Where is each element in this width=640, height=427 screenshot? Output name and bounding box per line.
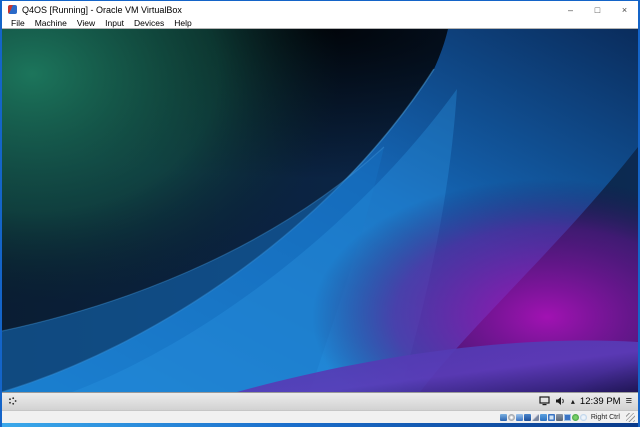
- hard-disks-icon[interactable]: [500, 414, 507, 421]
- taskbar-clock[interactable]: 12:39 PM: [580, 396, 621, 407]
- menu-bar: File Machine View Input Devices Help: [2, 18, 638, 29]
- menu-input[interactable]: Input: [100, 18, 129, 29]
- menu-machine[interactable]: Machine: [30, 18, 72, 29]
- window-controls: – □ ×: [557, 1, 638, 18]
- features-icon[interactable]: [564, 414, 571, 421]
- keyboard-icon[interactable]: [580, 414, 587, 421]
- display-status-icon[interactable]: [548, 414, 555, 421]
- resize-grip[interactable]: [626, 413, 635, 422]
- network-icon[interactable]: [524, 414, 531, 421]
- close-button[interactable]: ×: [611, 1, 638, 18]
- window-title: Q4OS [Running] - Oracle VM VirtualBox: [22, 5, 557, 15]
- mouse-integration-icon[interactable]: [572, 414, 579, 421]
- optical-drives-icon[interactable]: [508, 414, 515, 421]
- panel-menu-icon[interactable]: ≡: [626, 396, 632, 407]
- audio-icon[interactable]: [516, 414, 523, 421]
- virtualbox-window: Q4OS [Running] - Oracle VM VirtualBox – …: [0, 0, 640, 427]
- guest-taskbar: ▴ 12:39 PM ≡: [2, 392, 638, 410]
- display-tray-icon[interactable]: [539, 393, 550, 411]
- tray-expand-caret[interactable]: ▴: [571, 397, 575, 406]
- title-bar[interactable]: Q4OS [Running] - Oracle VM VirtualBox – …: [2, 1, 638, 18]
- panel-start-arrow-icon[interactable]: [8, 396, 19, 407]
- shared-folders-icon[interactable]: [540, 414, 547, 421]
- menu-devices[interactable]: Devices: [129, 18, 169, 29]
- wallpaper: [2, 29, 638, 392]
- host-key-label: Right Ctrl: [591, 414, 620, 421]
- window-border-bottom: [2, 423, 638, 427]
- usb-icon[interactable]: [532, 414, 539, 421]
- menu-help[interactable]: Help: [169, 18, 196, 29]
- guest-desktop[interactable]: [2, 29, 638, 392]
- vbox-status-bar: Right Ctrl: [2, 410, 638, 423]
- menu-view[interactable]: View: [72, 18, 100, 29]
- maximize-button[interactable]: □: [584, 1, 611, 18]
- volume-tray-icon[interactable]: [555, 393, 566, 411]
- menu-file[interactable]: File: [6, 18, 30, 29]
- virtualbox-logo-icon: [8, 5, 17, 14]
- recording-icon[interactable]: [556, 414, 563, 421]
- minimize-button[interactable]: –: [557, 1, 584, 18]
- system-tray: ▴ 12:39 PM ≡: [539, 393, 632, 411]
